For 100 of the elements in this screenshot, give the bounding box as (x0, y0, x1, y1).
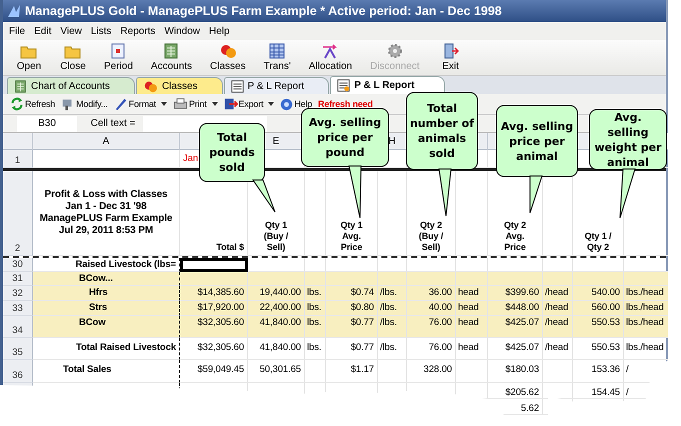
column-header[interactable]: A (33, 133, 180, 150)
toolbar-button[interactable]: Accounts (142, 40, 202, 75)
table-cell: /lbs. (378, 286, 407, 301)
tab[interactable]: P & L Report (330, 76, 446, 94)
table-cell: 76.00 (407, 316, 456, 338)
menu-item[interactable]: Edit (34, 26, 52, 36)
arrow-icon (321, 43, 340, 59)
row-header[interactable]: 32 (3, 286, 33, 301)
table-cell: $425.07 (488, 316, 543, 338)
callout-tooltip: Avg. selling weight per animal (589, 109, 667, 170)
row-label: Total Raised Livestock (33, 338, 180, 360)
table-cell: 550.53 (573, 316, 624, 338)
door-icon (442, 43, 459, 59)
row-header[interactable]: 34 (3, 316, 33, 338)
table-cell: $0.80 (326, 301, 378, 316)
toolbar-button[interactable]: Allocation (300, 40, 362, 75)
table-cell: $180.03 (488, 360, 543, 383)
row-header[interactable]: 30 (3, 258, 33, 272)
table-cell: 154.45 (573, 383, 624, 399)
row-label: Hfrs (33, 286, 180, 301)
table-cell: $448.00 (488, 301, 543, 316)
table-cell (248, 272, 305, 286)
table-cell: $32,305.60 (180, 316, 248, 338)
report-icon (230, 80, 244, 92)
row-header[interactable]: 36 (3, 360, 33, 383)
callout-pointer-tooltip (348, 166, 362, 218)
table-cell[interactable] (180, 258, 248, 272)
export-icon (224, 97, 238, 111)
callout-pointer-tooltip (530, 176, 543, 214)
table-cell (305, 272, 326, 286)
row-label: Strs (33, 301, 180, 316)
table-cell: head (456, 338, 488, 360)
report-toolbar-button[interactable]: Export (220, 97, 278, 111)
report-toolbar-button[interactable]: Print (170, 97, 220, 111)
refresh-notice: Refresh need (318, 99, 373, 109)
table-cell: 41,840.00 (248, 316, 305, 338)
gear-icon (386, 43, 403, 59)
callout-tooltip: Avg. selling price per animal (496, 105, 578, 177)
row-header[interactable]: 31 (3, 272, 33, 286)
table-cell (573, 272, 624, 286)
ledger-icon (14, 80, 27, 92)
table-cell: $0.74 (326, 286, 378, 301)
table-cell: 550.53 (573, 338, 624, 360)
report-icon (337, 79, 350, 92)
tab[interactable]: Classes (136, 77, 223, 94)
row-label: Total Sales (33, 360, 180, 383)
toolbar-button[interactable]: Period (95, 40, 142, 75)
callout-pointer-tooltip (620, 168, 636, 218)
menu-item[interactable]: File (9, 26, 26, 36)
refresh-icon (10, 97, 24, 111)
table-cell (407, 272, 456, 286)
row-header[interactable]: 1 (3, 150, 33, 168)
report-toolbar-button[interactable]: Format (110, 97, 170, 111)
toolbar-button[interactable]: Close (51, 40, 95, 75)
table-cell: $425.07 (488, 338, 543, 360)
menu-item[interactable]: Lists (90, 26, 112, 36)
table-cell: / (624, 383, 671, 399)
callout-tooltip: Total pounds sold (199, 123, 265, 182)
table-cell: head (456, 301, 488, 316)
table-cell: 153.36 (573, 360, 624, 383)
table-cell: head (456, 286, 488, 301)
table-cell: $17,920.00 (180, 301, 248, 316)
toolbar-button[interactable]: Trans' (254, 40, 300, 75)
menu-item[interactable]: Window (164, 26, 200, 36)
row-header[interactable]: 2 (3, 171, 33, 256)
cell-text-label: Cell text = (90, 118, 136, 129)
menu-item[interactable]: View (60, 26, 82, 36)
toolbar-button[interactable]: Open (7, 40, 51, 75)
toolbar-button[interactable]: Exit (428, 40, 473, 75)
caret-icon (212, 102, 218, 106)
table-cell: $0.77 (326, 316, 378, 338)
table-cell: $59,049.45 (180, 360, 248, 383)
table-cell (543, 360, 573, 383)
table-cell: $205.62 (488, 383, 543, 399)
tab[interactable]: P & L Report (224, 77, 330, 94)
callout-tooltip: Total number of animals sold (406, 92, 478, 170)
caret-icon (160, 102, 167, 106)
callout-tooltip: Avg. selling price per pound (301, 108, 389, 167)
table-cell: /head (543, 286, 573, 301)
menu-item[interactable]: Reports (120, 26, 156, 36)
table-cell: /lbs. (378, 338, 407, 360)
report-toolbar-button[interactable]: Modify... (58, 97, 111, 111)
table-cell: 36.00 (407, 286, 456, 301)
table-cell: 50,301.65 (248, 360, 305, 383)
menu-item[interactable]: Help (209, 26, 230, 36)
app-logo-icon (7, 4, 21, 18)
tab[interactable]: Chart of Accounts (7, 77, 135, 94)
row-header[interactable]: 33 (3, 301, 33, 316)
report-toolbar-button[interactable]: Refresh (7, 97, 58, 111)
row-label: BCow (33, 316, 180, 338)
table-cell: head (456, 316, 488, 338)
toolbar-button[interactable]: Classes (201, 40, 255, 75)
table-cell (488, 272, 543, 286)
row-header[interactable]: 35 (3, 338, 33, 360)
help-icon (280, 98, 294, 110)
table-cell: lbs./head (624, 301, 671, 316)
table-cell: 40.00 (407, 301, 456, 316)
calendar-icon (110, 43, 126, 59)
caret-icon (268, 102, 274, 106)
table-cell (456, 272, 488, 286)
